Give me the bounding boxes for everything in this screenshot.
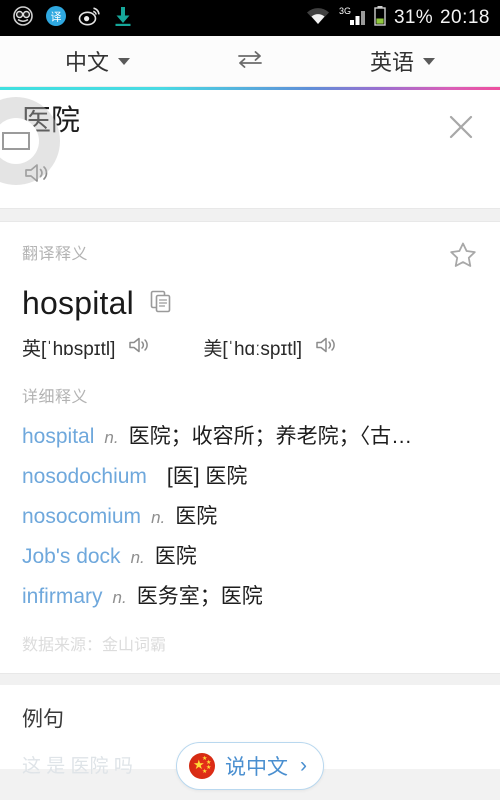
battery-icon <box>373 5 387 32</box>
cellular-signal-icon: 3G <box>338 5 366 32</box>
definition-meaning: [医] 医院 <box>166 465 248 488</box>
list-item[interactable]: nosodochium [医] 医院 <box>22 457 478 497</box>
chevron-right-icon: › <box>300 754 307 777</box>
definition-word: Job's dock <box>22 545 121 568</box>
section-divider <box>0 208 500 222</box>
definition-meaning: 医院 <box>175 505 218 528</box>
section-divider <box>0 673 500 685</box>
weibo-icon <box>78 5 102 32</box>
wifi-icon <box>305 6 331 31</box>
definition-pos: n. <box>112 588 127 607</box>
translation-card-header: 翻译释义 <box>22 222 478 275</box>
network-type-label: 3G <box>339 6 351 16</box>
phonetic-us-text: 美[ˈhɑːspɪtl] <box>203 339 302 360</box>
translate-app-icon: 译 <box>45 5 67 32</box>
list-item[interactable]: infirmary n. 医务室；医院 <box>22 577 478 617</box>
speak-chinese-label: 说中文 <box>225 756 288 779</box>
translation-section-label: 翻译释义 <box>22 246 89 263</box>
phonetics-row: 英[ˈhɒspɪtl] 美[ˈhɑːspɪtl] <box>22 322 478 361</box>
phonetic-uk-text: 英[ˈhɒspɪtl] <box>22 339 116 360</box>
definition-meaning: 医务室；医院 <box>136 585 263 608</box>
definition-word: nosocomium <box>22 505 142 528</box>
copy-icon[interactable] <box>148 288 174 319</box>
definition-list: hospital n. 医院；收容所；养老院；〈古… nosodochium [… <box>22 407 478 617</box>
source-language-selector[interactable]: 中文 <box>0 36 195 86</box>
status-bar-notification-icons: 译 <box>12 5 305 32</box>
target-language-label: 英语 <box>369 50 414 75</box>
status-bar-system-icons: 3G 31% 20:18 <box>305 5 490 32</box>
definition-meaning: 医院；收容所；养老院；〈古… <box>128 425 413 448</box>
assistive-touch-inner <box>0 118 39 164</box>
definition-pos: n. <box>130 548 145 567</box>
detail-section-label: 详细释义 <box>22 389 89 406</box>
chevron-down-icon <box>423 57 435 65</box>
star-icon[interactable] <box>448 240 478 275</box>
list-item[interactable]: nosocomium n. 医院 <box>22 497 478 537</box>
translation-card: 翻译释义 hospital 英[ˈhɒspɪtl] 美[ˈhɑːspɪtl] 详… <box>0 222 500 673</box>
china-flag-icon: ★ ★ ★ ★ ★ <box>189 753 215 779</box>
target-language-selector[interactable]: 英语 <box>305 36 500 86</box>
battery-percent-label: 31% <box>394 7 433 28</box>
data-source-label: 数据来源：金山词霸 <box>22 637 167 654</box>
swap-arrows-icon <box>233 47 267 76</box>
smiley-glasses-icon <box>12 5 34 32</box>
phonetic-us: 美[ˈhɑːspɪtl] <box>203 334 340 361</box>
speaker-icon[interactable] <box>127 334 153 361</box>
example-section-title: 例句 <box>22 708 64 731</box>
search-pane: 医院 <box>0 90 500 208</box>
definition-pos: n. <box>151 508 166 527</box>
headword-row: hospital <box>22 275 478 322</box>
speaker-icon[interactable] <box>314 334 340 361</box>
definition-word: nosodochium <box>22 465 147 488</box>
source-pronounce-row <box>0 152 500 208</box>
definition-word: hospital <box>22 425 95 448</box>
phonetic-uk: 英[ˈhɒspɪtl] <box>22 334 153 361</box>
definition-word: infirmary <box>22 585 103 608</box>
definition-meaning: 医院 <box>154 545 197 568</box>
headword-label: hospital <box>22 285 134 321</box>
speak-chinese-button[interactable]: ★ ★ ★ ★ ★ 说中文 › <box>176 742 324 790</box>
download-icon <box>113 5 133 32</box>
swap-languages-button[interactable] <box>195 36 305 86</box>
search-row: 医院 <box>0 90 500 152</box>
svg-text:译: 译 <box>51 10 62 23</box>
list-item[interactable]: hospital n. 医院；收容所；养老院；〈古… <box>22 417 478 457</box>
phone-screen: 译 3G 31% 20:18 中文 英语 医院 翻译释义 hospital 英[… <box>0 0 500 800</box>
close-icon[interactable] <box>444 110 478 149</box>
clock-label: 20:18 <box>439 7 490 28</box>
list-item[interactable]: Job's dock n. 医院 <box>22 537 478 577</box>
source-language-label: 中文 <box>64 50 109 75</box>
definition-pos: n. <box>104 428 119 447</box>
assistive-touch-glyph <box>2 132 30 150</box>
chevron-down-icon <box>118 57 130 65</box>
status-bar: 译 3G 31% 20:18 <box>0 0 500 36</box>
language-selector-bar: 中文 英语 <box>0 36 500 87</box>
